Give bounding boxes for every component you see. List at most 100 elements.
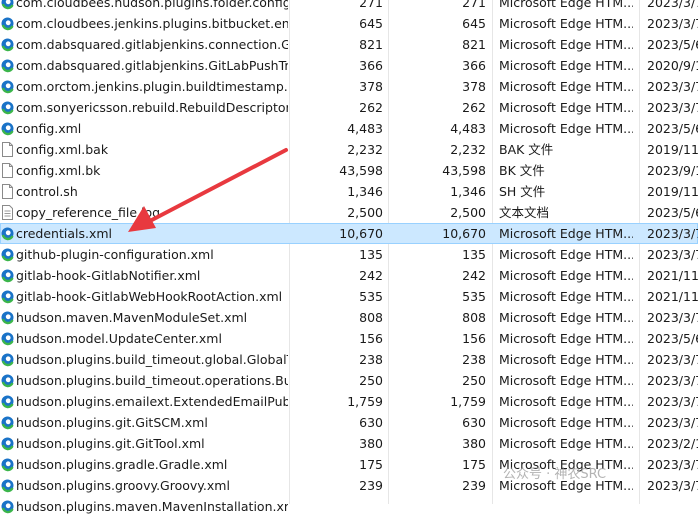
file-size: 10,670 bbox=[339, 226, 383, 241]
file-modified-date: 2023/3/7 bbox=[647, 310, 698, 325]
file-size: 43,598 bbox=[339, 163, 383, 178]
edge-html-file-icon bbox=[0, 496, 14, 517]
file-type: Microsoft Edge HTM... bbox=[499, 58, 633, 73]
file-row[interactable]: com.dabsquared.gitlabjenkins.GitLabPushT… bbox=[0, 55, 698, 76]
blank-file-icon bbox=[0, 139, 14, 160]
file-packed-size: 366 bbox=[462, 58, 486, 73]
file-type: Microsoft Edge HTM... bbox=[499, 394, 633, 409]
file-row[interactable]: com.orctom.jenkins.plugin.buildtimestamp… bbox=[0, 76, 698, 97]
file-name: config.xml bbox=[16, 121, 82, 136]
file-size: 821 bbox=[359, 37, 383, 52]
file-row[interactable]: hudson.model.UpdateCenter.xml 156 156 Micro… bbox=[0, 328, 698, 349]
file-modified-date bbox=[647, 496, 698, 517]
file-type: SH 文件 bbox=[499, 184, 546, 199]
file-type: Microsoft Edge HTM... bbox=[499, 436, 633, 451]
file-row[interactable]: gitlab-hook-GitlabNotifier.xml 242 242 Micr… bbox=[0, 265, 698, 286]
edge-html-file-icon bbox=[0, 13, 14, 34]
file-row[interactable]: com.sonyericsson.rebuild.RebuildDescript… bbox=[0, 97, 698, 118]
file-list[interactable]: com.cloudbees.hudson.plugins.folder.conf… bbox=[0, 0, 698, 517]
file-size: 271 bbox=[359, 0, 383, 10]
file-packed-size bbox=[392, 496, 486, 517]
file-name: hudson.plugins.build_timeout.global.Glob… bbox=[16, 352, 288, 367]
file-type: Microsoft Edge HTM... bbox=[499, 226, 633, 241]
file-row[interactable]: hudson.plugins.emailext.ExtendedEmailPub… bbox=[0, 391, 698, 412]
file-row[interactable]: github-plugin-configuration.xml 135 135 Mic… bbox=[0, 244, 698, 265]
edge-html-file-icon bbox=[0, 55, 14, 76]
file-size: 630 bbox=[359, 415, 383, 430]
file-row[interactable]: hudson.plugins.build_timeout.global.Glob… bbox=[0, 349, 698, 370]
file-modified-date: 2019/11/ bbox=[647, 184, 698, 199]
file-modified-date: 2023/3/7 bbox=[647, 226, 698, 241]
file-name: config.xml.bak bbox=[16, 142, 109, 157]
file-size: 242 bbox=[359, 268, 383, 283]
file-packed-size: 4,483 bbox=[450, 121, 486, 136]
edge-html-file-icon bbox=[0, 454, 14, 475]
file-type: Microsoft Edge HTM... bbox=[499, 352, 633, 367]
file-name: com.dabsquared.gitlabjenkins.connection.… bbox=[16, 37, 288, 52]
file-modified-date: 2023/5/6 bbox=[647, 121, 698, 136]
file-packed-size: 271 bbox=[462, 0, 486, 10]
file-size: 238 bbox=[359, 352, 383, 367]
file-row[interactable]: com.dabsquared.gitlabjenkins.connection.… bbox=[0, 34, 698, 55]
file-packed-size: 1,759 bbox=[450, 394, 486, 409]
file-row[interactable]: hudson.plugins.git.GitSCM.xml 630 630 Micro… bbox=[0, 412, 698, 433]
file-packed-size: 262 bbox=[462, 100, 486, 115]
file-row[interactable]: config.xml.bk 43,598 43,598 BK 文件 2023/9/1 bbox=[0, 160, 698, 181]
file-name: hudson.plugins.git.GitTool.xml bbox=[16, 436, 205, 451]
file-modified-date: 2023/3/7 bbox=[647, 100, 698, 115]
edge-html-file-icon bbox=[0, 370, 14, 391]
edge-html-file-icon bbox=[0, 475, 14, 496]
file-size: 2,232 bbox=[347, 142, 383, 157]
file-row[interactable]: hudson.plugins.build_timeout.operations.… bbox=[0, 370, 698, 391]
file-type: Microsoft Edge HTM... bbox=[499, 0, 633, 10]
file-row[interactable]: com.cloudbees.hudson.plugins.folder.conf… bbox=[0, 0, 698, 13]
file-row[interactable]: hudson.plugins.git.GitTool.xml 380 380 Micr… bbox=[0, 433, 698, 454]
file-packed-size: 156 bbox=[462, 331, 486, 346]
file-modified-date: 2023/3/7 bbox=[647, 373, 698, 388]
file-modified-date: 2019/11/ bbox=[647, 142, 698, 157]
file-size: 366 bbox=[359, 58, 383, 73]
blank-file-icon bbox=[0, 160, 14, 181]
edge-html-file-icon bbox=[0, 349, 14, 370]
text-file-icon bbox=[0, 202, 14, 223]
file-modified-date: 2023/9/1 bbox=[647, 163, 698, 178]
edge-html-file-icon bbox=[0, 265, 14, 286]
file-packed-size: 43,598 bbox=[442, 163, 486, 178]
file-name: com.sonyericsson.rebuild.RebuildDescript… bbox=[16, 100, 288, 115]
file-packed-size: 1,346 bbox=[450, 184, 486, 199]
file-modified-date: 2023/3/7 bbox=[647, 16, 698, 31]
edge-html-file-icon bbox=[0, 118, 14, 139]
file-type: Microsoft Edge HTM... bbox=[499, 373, 633, 388]
file-row[interactable]: config.xml 4,483 4,483 Microsoft Edge HTM..… bbox=[0, 118, 698, 139]
file-name: hudson.plugins.groovy.Groovy.xml bbox=[16, 478, 230, 493]
file-row[interactable]: credentials.xml 10,670 10,670 Microsoft Edg… bbox=[0, 223, 698, 244]
file-type: Microsoft Edge HTM... bbox=[499, 415, 633, 430]
file-row[interactable]: gitlab-hook-GitlabWebHookRootAction.xml 5… bbox=[0, 286, 698, 307]
edge-html-file-icon bbox=[0, 433, 14, 454]
file-size: 380 bbox=[359, 436, 383, 451]
file-row[interactable]: copy_reference_file.log 2,500 2,500 文本文档 202… bbox=[0, 202, 698, 223]
file-modified-date: 2023/3/7 bbox=[647, 247, 698, 262]
file-modified-date: 2023/5/6 bbox=[647, 331, 698, 346]
file-row[interactable]: control.sh 1,346 1,346 SH 文件 2019/11/ bbox=[0, 181, 698, 202]
file-type: Microsoft Edge HTM... bbox=[499, 16, 633, 31]
edge-html-file-icon bbox=[0, 391, 14, 412]
file-name: credentials.xml bbox=[16, 226, 113, 241]
file-type: Microsoft Edge HTM... bbox=[499, 247, 633, 262]
file-name: control.sh bbox=[16, 184, 78, 199]
file-packed-size: 380 bbox=[462, 436, 486, 451]
file-row[interactable]: hudson.maven.MavenModuleSet.xml 808 808 Mic… bbox=[0, 307, 698, 328]
edge-html-file-icon bbox=[0, 34, 14, 55]
file-name: hudson.plugins.emailext.ExtendedEmailPub… bbox=[16, 394, 288, 409]
file-packed-size: 630 bbox=[462, 415, 486, 430]
file-row[interactable]: hudson.plugins.maven.MavenInstallation.x… bbox=[0, 496, 698, 517]
file-size: 645 bbox=[359, 16, 383, 31]
edge-html-file-icon bbox=[0, 307, 14, 328]
file-name: com.orctom.jenkins.plugin.buildtimestamp… bbox=[16, 79, 288, 94]
file-row[interactable]: com.cloudbees.jenkins.plugins.bitbucket.… bbox=[0, 13, 698, 34]
file-name: copy_reference_file.log bbox=[16, 205, 161, 220]
file-modified-date: 2023/3/7 bbox=[647, 79, 698, 94]
file-type: BK 文件 bbox=[499, 163, 545, 178]
file-packed-size: 645 bbox=[462, 16, 486, 31]
file-row[interactable]: config.xml.bak 2,232 2,232 BAK 文件 2019/11/ bbox=[0, 139, 698, 160]
